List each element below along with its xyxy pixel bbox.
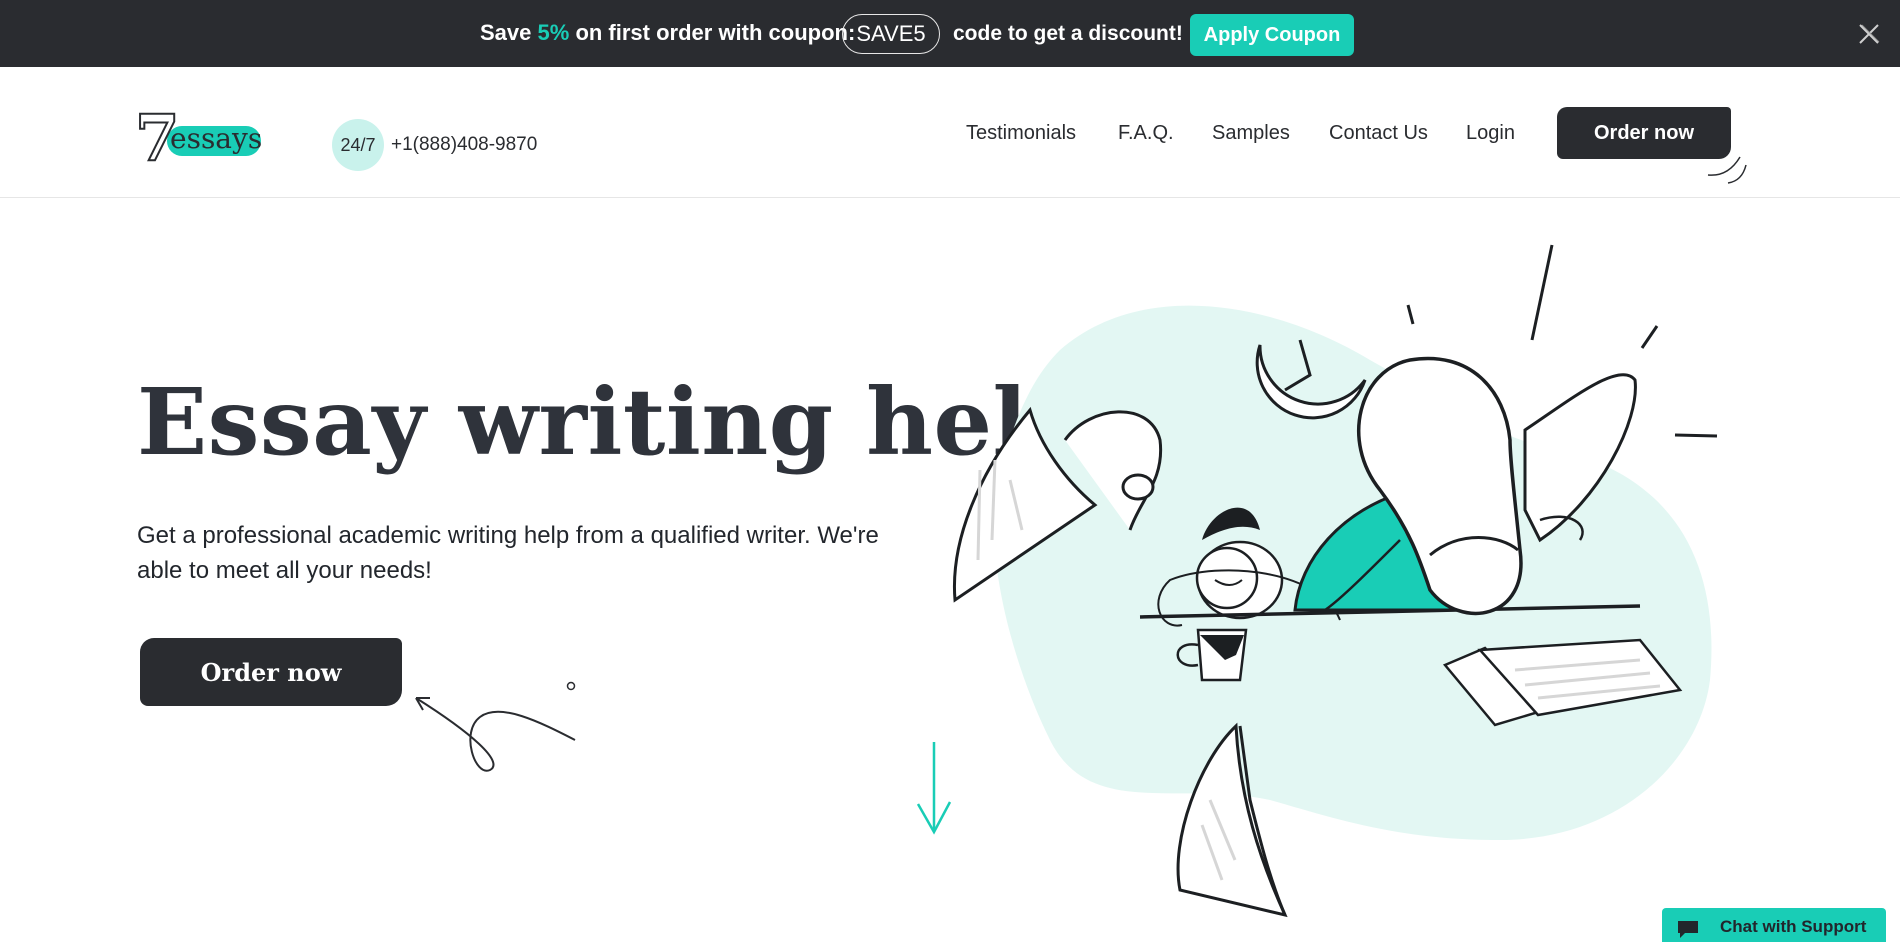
promo-save-prefix: Save <box>480 20 532 45</box>
hero-illustration <box>952 244 1718 918</box>
curly-arrow-icon <box>415 681 576 772</box>
chat-with-support-button[interactable]: Chat with Support <box>1662 908 1886 942</box>
order-now-header-button[interactable]: Order now <box>1557 107 1731 159</box>
logo-word: essays <box>170 122 263 155</box>
logo[interactable]: 7 essays <box>134 106 265 173</box>
promo-save-suffix: on first order with coupon: <box>575 20 856 45</box>
promo-after-code: code to get a discount! <box>953 22 1183 45</box>
apply-coupon-button[interactable]: Apply Coupon <box>1190 14 1354 56</box>
availability-badge: 24/7 <box>332 119 384 171</box>
hero-subtitle: Get a professional academic writing help… <box>137 522 879 584</box>
coupon-code: SAVE5 <box>842 14 940 54</box>
promo-percent: 5% <box>537 20 570 45</box>
phone-number[interactable]: +1(888)408-9870 <box>391 134 537 156</box>
chat-bubble-icon <box>1678 921 1698 938</box>
chat-label: Chat with Support <box>1720 917 1867 936</box>
order-now-hero-button[interactable]: Order now <box>140 638 402 706</box>
nav-contact-us[interactable]: Contact Us <box>1329 122 1428 145</box>
nav-login[interactable]: Login <box>1466 122 1515 145</box>
swoosh-decoration <box>1707 156 1747 184</box>
promo-text: Save 5% on first order with coupon: <box>480 20 855 46</box>
nav-faq[interactable]: F.A.Q. <box>1118 122 1174 145</box>
close-icon[interactable] <box>1857 22 1881 46</box>
nav-testimonials[interactable]: Testimonials <box>966 122 1076 145</box>
nav-samples[interactable]: Samples <box>1212 122 1290 145</box>
site-header: 7 essays 24/7 +1(888)408-9870 Testimonia… <box>0 67 1900 198</box>
promo-banner: Save 5% on first order with coupon: SAVE… <box>0 0 1900 67</box>
